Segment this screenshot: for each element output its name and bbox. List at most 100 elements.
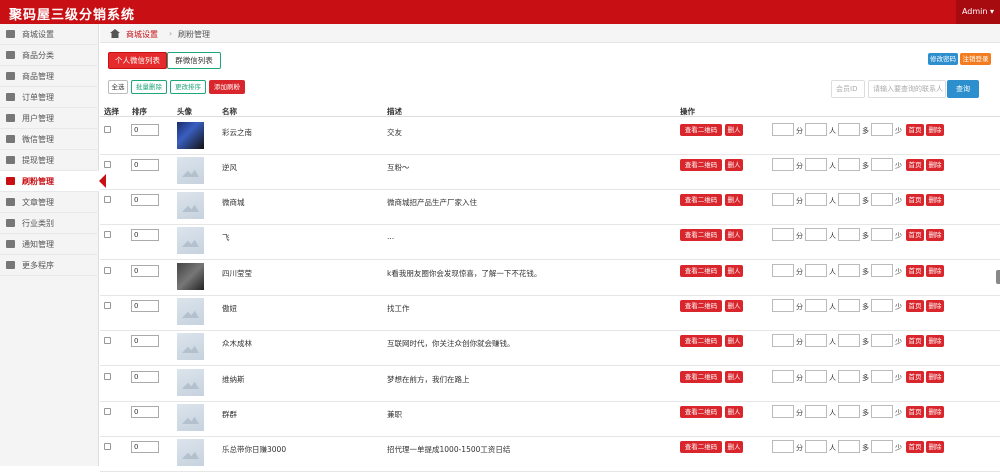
person-input[interactable] bbox=[805, 228, 827, 241]
row-checkbox[interactable] bbox=[104, 302, 111, 309]
sort-input[interactable]: 0 bbox=[131, 300, 159, 312]
user-menu[interactable]: Admin ▾ bbox=[956, 0, 1000, 24]
delete-button[interactable]: 删除 bbox=[926, 229, 944, 241]
few-input[interactable] bbox=[871, 228, 893, 241]
confirm-button[interactable]: 首页 bbox=[906, 441, 924, 453]
row-checkbox[interactable] bbox=[104, 161, 111, 168]
sort-input[interactable]: 0 bbox=[131, 371, 159, 383]
sort-input[interactable]: 0 bbox=[131, 124, 159, 136]
few-input[interactable] bbox=[871, 264, 893, 277]
confirm-button[interactable]: 首页 bbox=[906, 229, 924, 241]
sidebar-item[interactable]: 微信管理 bbox=[0, 129, 99, 150]
delete-button[interactable]: 删除 bbox=[926, 265, 944, 277]
member-id-input[interactable]: 会员ID bbox=[831, 80, 865, 98]
select-all-button[interactable]: 全选 bbox=[108, 80, 128, 94]
minute-input[interactable] bbox=[772, 405, 794, 418]
sort-input[interactable]: 0 bbox=[131, 229, 159, 241]
person-input[interactable] bbox=[805, 334, 827, 347]
sidebar-item[interactable]: 商品分类 bbox=[0, 45, 99, 66]
few-input[interactable] bbox=[871, 405, 893, 418]
row-checkbox[interactable] bbox=[104, 443, 111, 450]
add-fans-button[interactable]: 添加刷粉 bbox=[209, 80, 245, 94]
change-sort-button[interactable]: 更改排序 bbox=[170, 80, 206, 94]
more-input[interactable] bbox=[838, 334, 860, 347]
few-input[interactable] bbox=[871, 334, 893, 347]
minute-input[interactable] bbox=[772, 264, 794, 277]
view-qr-button[interactable]: 查看二维码 bbox=[680, 441, 722, 453]
more-input[interactable] bbox=[838, 123, 860, 136]
minute-input[interactable] bbox=[772, 370, 794, 383]
minute-input[interactable] bbox=[772, 334, 794, 347]
person-input[interactable] bbox=[805, 405, 827, 418]
minute-input[interactable] bbox=[772, 228, 794, 241]
view-qr-button[interactable]: 查看二维码 bbox=[680, 335, 722, 347]
view-qr-button[interactable]: 查看二维码 bbox=[680, 371, 722, 383]
row-checkbox[interactable] bbox=[104, 267, 111, 274]
delete-person-button[interactable]: 删人 bbox=[725, 124, 743, 136]
confirm-button[interactable]: 首页 bbox=[906, 159, 924, 171]
view-qr-button[interactable]: 查看二维码 bbox=[680, 300, 722, 312]
person-input[interactable] bbox=[805, 264, 827, 277]
sort-input[interactable]: 0 bbox=[131, 194, 159, 206]
row-checkbox[interactable] bbox=[104, 373, 111, 380]
few-input[interactable] bbox=[871, 158, 893, 171]
view-qr-button[interactable]: 查看二维码 bbox=[680, 406, 722, 418]
more-input[interactable] bbox=[838, 405, 860, 418]
delete-person-button[interactable]: 删人 bbox=[725, 265, 743, 277]
change-password-button[interactable]: 修改密码 bbox=[928, 53, 958, 65]
minute-input[interactable] bbox=[772, 299, 794, 312]
confirm-button[interactable]: 首页 bbox=[906, 300, 924, 312]
delete-person-button[interactable]: 删人 bbox=[725, 441, 743, 453]
row-checkbox[interactable] bbox=[104, 126, 111, 133]
sidebar-item[interactable]: 商品管理 bbox=[0, 66, 99, 87]
few-input[interactable] bbox=[871, 193, 893, 206]
sidebar-item[interactable]: 用户管理 bbox=[0, 108, 99, 129]
delete-button[interactable]: 删除 bbox=[926, 335, 944, 347]
minute-input[interactable] bbox=[772, 123, 794, 136]
sidebar-item[interactable]: 更多程序 bbox=[0, 255, 99, 276]
sidebar-item[interactable]: 通知管理 bbox=[0, 234, 99, 255]
delete-button[interactable]: 删除 bbox=[926, 406, 944, 418]
delete-person-button[interactable]: 删人 bbox=[725, 335, 743, 347]
sidebar-item[interactable]: 订单管理 bbox=[0, 87, 99, 108]
row-checkbox[interactable] bbox=[104, 196, 111, 203]
delete-button[interactable]: 删除 bbox=[926, 124, 944, 136]
delete-person-button[interactable]: 删人 bbox=[725, 406, 743, 418]
row-checkbox[interactable] bbox=[104, 408, 111, 415]
few-input[interactable] bbox=[871, 440, 893, 453]
delete-person-button[interactable]: 删人 bbox=[725, 159, 743, 171]
sort-input[interactable]: 0 bbox=[131, 159, 159, 171]
view-qr-button[interactable]: 查看二维码 bbox=[680, 124, 722, 136]
few-input[interactable] bbox=[871, 370, 893, 383]
confirm-button[interactable]: 首页 bbox=[906, 194, 924, 206]
search-button[interactable]: 查询 bbox=[947, 80, 979, 98]
sidebar-item[interactable]: 文章管理 bbox=[0, 192, 99, 213]
more-input[interactable] bbox=[838, 299, 860, 312]
tab-personal-wechat[interactable]: 个人微信列表 bbox=[108, 52, 167, 69]
sort-input[interactable]: 0 bbox=[131, 441, 159, 453]
delete-person-button[interactable]: 删人 bbox=[725, 194, 743, 206]
more-input[interactable] bbox=[838, 228, 860, 241]
confirm-button[interactable]: 首页 bbox=[906, 371, 924, 383]
minute-input[interactable] bbox=[772, 158, 794, 171]
confirm-button[interactable]: 首页 bbox=[906, 406, 924, 418]
view-qr-button[interactable]: 查看二维码 bbox=[680, 229, 722, 241]
tab-group-wechat[interactable]: 群微信列表 bbox=[167, 52, 221, 69]
minute-input[interactable] bbox=[772, 193, 794, 206]
more-input[interactable] bbox=[838, 193, 860, 206]
keyword-input[interactable]: 请输入要查询的联系人 bbox=[868, 80, 946, 98]
more-input[interactable] bbox=[838, 370, 860, 383]
sidebar-item[interactable]: 商城设置 bbox=[0, 24, 99, 45]
few-input[interactable] bbox=[871, 123, 893, 136]
more-input[interactable] bbox=[838, 440, 860, 453]
delete-button[interactable]: 删除 bbox=[926, 194, 944, 206]
person-input[interactable] bbox=[805, 440, 827, 453]
sort-input[interactable]: 0 bbox=[131, 406, 159, 418]
view-qr-button[interactable]: 查看二维码 bbox=[680, 159, 722, 171]
confirm-button[interactable]: 首页 bbox=[906, 335, 924, 347]
sort-input[interactable]: 0 bbox=[131, 265, 159, 277]
delete-button[interactable]: 删除 bbox=[926, 300, 944, 312]
sidebar-item[interactable]: 行业类别 bbox=[0, 213, 99, 234]
logout-button[interactable]: 注销登录 bbox=[960, 53, 991, 65]
confirm-button[interactable]: 首页 bbox=[906, 265, 924, 277]
